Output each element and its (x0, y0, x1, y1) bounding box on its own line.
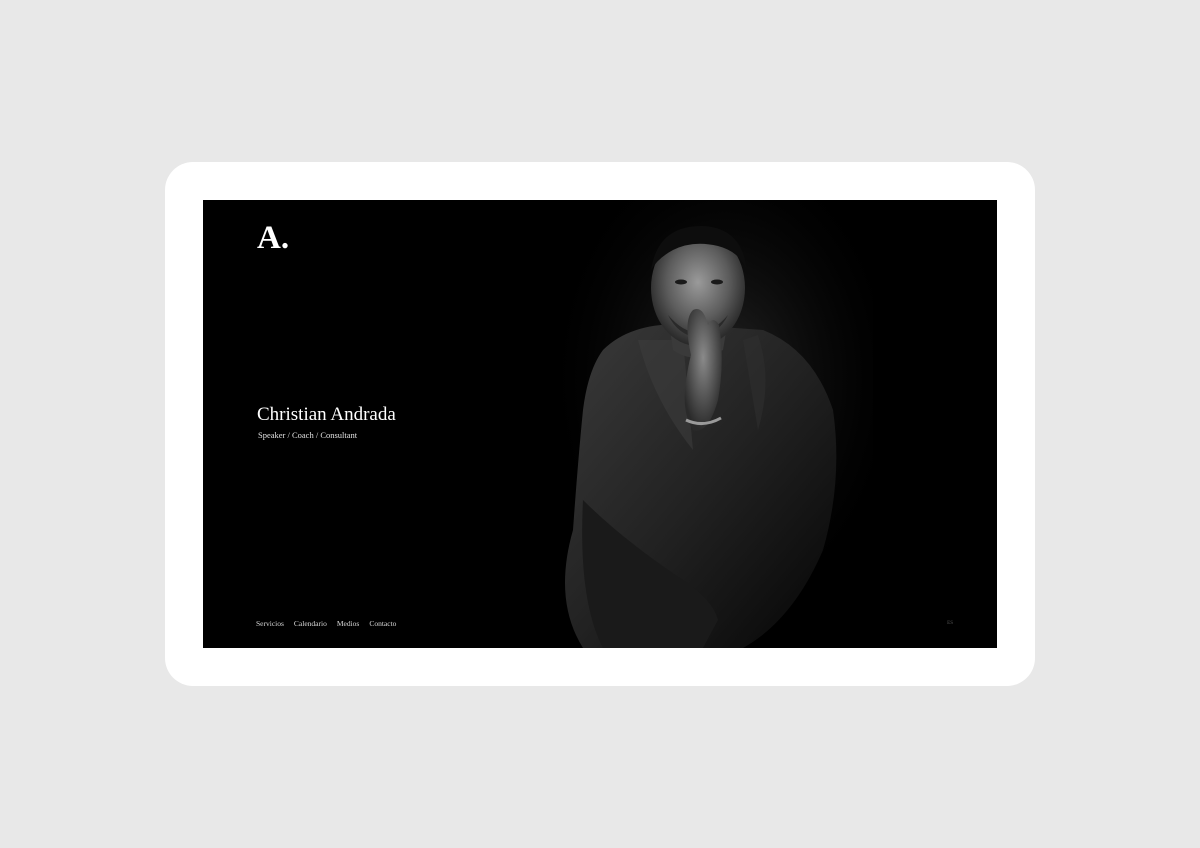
hero-name: Christian Andrada (257, 404, 396, 425)
nav-item-medios[interactable]: Medios (337, 619, 360, 628)
device-frame: A. Christian Andrada Speaker / Coach / C… (165, 162, 1035, 686)
nav-item-contacto[interactable]: Contacto (369, 619, 396, 628)
language-switch[interactable]: ES (947, 621, 953, 626)
main-nav: Servicios Calendario Medios Contacto (256, 619, 396, 628)
nav-item-calendario[interactable]: Calendario (294, 619, 327, 628)
portrait-photo (543, 200, 873, 648)
site-logo[interactable]: A. (257, 222, 289, 255)
website-screen: A. Christian Andrada Speaker / Coach / C… (203, 200, 997, 648)
nav-item-servicios[interactable]: Servicios (256, 619, 284, 628)
hero-tagline: Speaker / Coach / Consultant (258, 430, 358, 440)
